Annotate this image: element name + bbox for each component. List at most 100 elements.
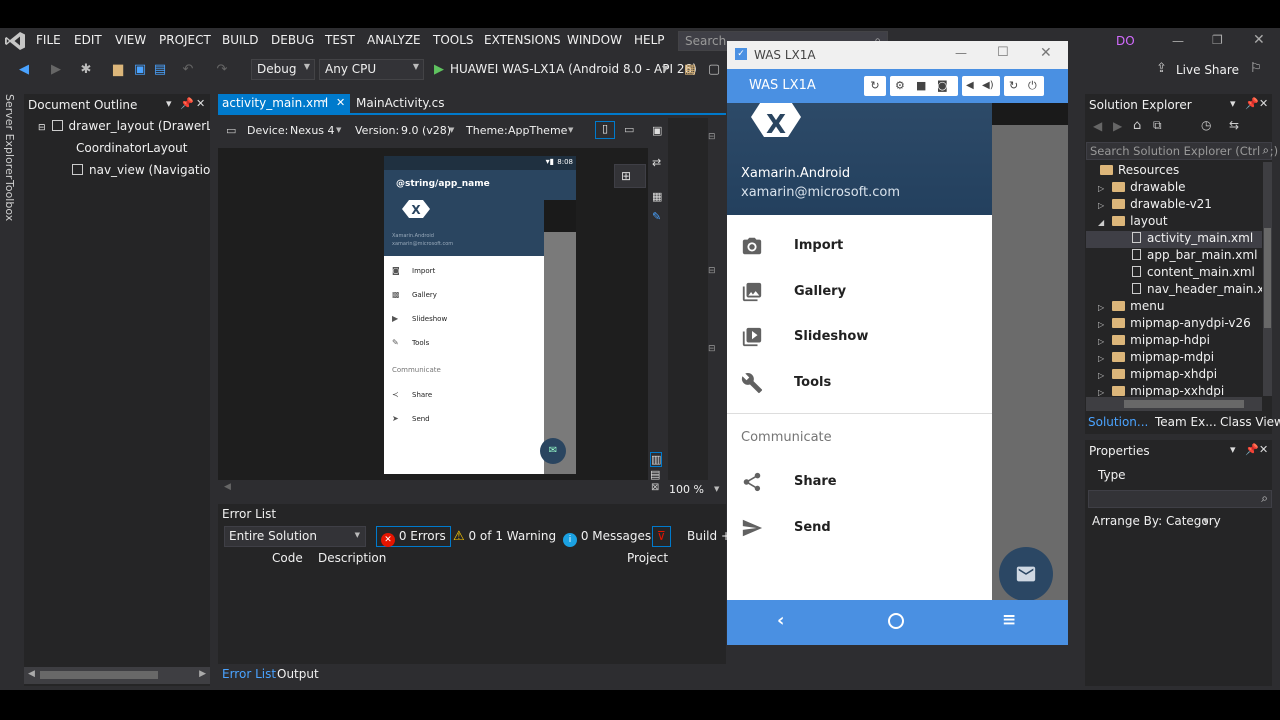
forward-icon[interactable]: ▶ (48, 62, 64, 78)
toolbar-extra-icon[interactable]: ▦ (682, 62, 698, 78)
tab-class-view[interactable]: Class View (1220, 415, 1280, 429)
user-avatar[interactable]: DO (1116, 34, 1135, 48)
nav-menu-icon[interactable]: ≡ (1002, 610, 1016, 630)
collapse-icon[interactable]: ⊟ (708, 344, 716, 354)
expand-icon[interactable]: ▷ (1098, 184, 1104, 193)
arrange-by-select[interactable]: Arrange By: Category (1092, 514, 1221, 528)
zoom-level[interactable]: 100 % (669, 483, 704, 496)
toolbox-tab[interactable]: Toolbox (3, 180, 16, 221)
outline-item-drawer-layout[interactable]: ⊟drawer_layout (DrawerLayout) (38, 119, 210, 139)
close-icon[interactable]: ✕ (1259, 443, 1268, 456)
landscape-icon[interactable]: ▭ (624, 123, 634, 136)
menu-edit[interactable]: EDIT (74, 33, 102, 47)
pin-icon[interactable]: ⊸ (319, 96, 327, 107)
rotate-icon[interactable]: ↻ (864, 76, 886, 96)
restart-icon[interactable]: ↻ (1009, 76, 1018, 96)
menu-help[interactable]: HELP (634, 33, 665, 47)
run-icon[interactable]: ▶ (431, 62, 447, 78)
messages-filter-button[interactable]: i 0 Messages (558, 526, 656, 547)
menu-debug[interactable]: DEBUG (271, 33, 314, 47)
column-code[interactable]: Code (272, 551, 303, 565)
platform-select[interactable]: Any CPU ▼ (319, 59, 424, 80)
solution-tree-item[interactable]: ▷ mipmap-xhdpi (1098, 367, 1217, 384)
live-share-button[interactable]: Live Share (1176, 63, 1239, 77)
run-target-button[interactable]: HUAWEI WAS-LX1A (Android 8.0 - API 26) (450, 62, 697, 76)
column-project[interactable]: Project (627, 551, 668, 565)
version-select[interactable]: 9.0 (v28) (401, 124, 451, 137)
video-icon[interactable]: ■ (916, 76, 926, 96)
expand-icon[interactable]: ▷ (1098, 337, 1104, 346)
error-scope-select[interactable]: Entire Solution ▼ (224, 526, 366, 547)
mail-fab-button[interactable] (999, 547, 1053, 601)
forward-icon[interactable]: ▶ (1113, 119, 1122, 133)
redo-icon[interactable]: ↷ (214, 62, 230, 78)
menu-test[interactable]: TEST (325, 33, 355, 47)
expand-icon[interactable]: ▷ (1098, 371, 1104, 380)
warnings-filter-button[interactable]: ⚠ 0 of 1 Warning (448, 526, 561, 547)
window-close-icon[interactable]: ✕ (1253, 32, 1265, 48)
errors-filter-button[interactable]: ✕ 0 Errors (376, 526, 451, 547)
dropdown-icon[interactable]: ▾ (1230, 443, 1236, 456)
solution-tree-item[interactable]: Resources (1100, 163, 1179, 180)
close-icon[interactable]: ✕ (336, 96, 345, 109)
emulator-window-titlebar[interactable]: ✓ WAS LX1A — ☐ ✕ (727, 41, 1068, 69)
edit-icon[interactable]: ✎ (652, 210, 661, 223)
server-explorer-tab[interactable]: Server Explorer (3, 94, 16, 179)
minimize-icon[interactable]: — (955, 46, 967, 60)
device-select[interactable]: Nexus 4 (290, 124, 335, 137)
menu-extensions[interactable]: EXTENSIONS (484, 33, 561, 47)
solution-search-input[interactable]: Search Solution Explorer (Ctrl+;) ⌕ (1086, 142, 1278, 160)
collapse-icon[interactable]: ⊟ (708, 132, 716, 142)
menu-view[interactable]: VIEW (115, 33, 146, 47)
chevron-down-icon[interactable]: ▼ (1203, 517, 1208, 525)
volume-down-icon[interactable]: ◀ (966, 76, 974, 96)
designer-phone-preview[interactable]: 8:08 ▾▮ @string/app_name X Xamarin.Andro… (384, 156, 576, 474)
pin-icon[interactable]: 📌 (180, 97, 194, 110)
swap-icon[interactable]: ⇄ (652, 156, 661, 169)
solution-tree-item[interactable]: activity_main.xml (1086, 231, 1262, 248)
tab-main-activity[interactable]: MainActivity.cs (354, 94, 446, 114)
nav-home-icon[interactable] (888, 613, 904, 629)
sync-icon[interactable]: ⇆ (1229, 118, 1239, 132)
collapse-icon[interactable]: ⊟ (708, 266, 716, 276)
menu-build[interactable]: BUILD (222, 33, 258, 47)
pin-icon[interactable]: 📌 (1245, 97, 1259, 110)
configuration-select[interactable]: Debug ▼ (251, 59, 315, 80)
zoom-control[interactable]: ⊠ 100 % ▼ (648, 480, 726, 498)
window-restore-icon[interactable]: ❐ (1212, 33, 1223, 47)
maximize-icon[interactable]: ☐ (997, 45, 1009, 60)
chevron-down-icon[interactable]: ▼ (714, 485, 719, 493)
power-icon[interactable]: ⏻ (1028, 76, 1037, 96)
design-view-icon[interactable]: ▥ (650, 452, 663, 467)
scrollbar-thumb[interactable] (1124, 400, 1244, 408)
chevron-down-icon[interactable]: ▼ (662, 64, 668, 73)
home-icon[interactable]: ⌂ (1133, 118, 1141, 133)
tab-error-list[interactable]: Error List (222, 667, 276, 681)
solution-tree-item[interactable]: ▷ mipmap-mdpi (1098, 350, 1214, 367)
close-icon[interactable]: ✕ (196, 97, 205, 110)
outline-horizontal-scrollbar[interactable]: ◀ ▶ (24, 667, 210, 684)
tab-solution[interactable]: Solution... (1088, 415, 1148, 429)
expand-icon[interactable]: ▷ (1098, 320, 1104, 329)
solution-tree-item[interactable]: ▷ mipmap-xxhdpi (1098, 384, 1224, 397)
designer-overlay-panel[interactable]: ⊞ (614, 164, 646, 188)
solution-tree-item[interactable]: ▷ drawable-v21 (1098, 197, 1212, 214)
solution-vertical-scrollbar[interactable] (1263, 162, 1272, 396)
fit-icon[interactable]: ⊠ (651, 482, 659, 493)
expand-icon[interactable]: ▷ (1098, 303, 1104, 312)
scroll-left-icon[interactable]: ◀ (224, 482, 231, 492)
expand-icon[interactable]: ▷ (1098, 354, 1104, 363)
open-folder-icon[interactable]: ▆ (110, 62, 126, 78)
nav-back-icon[interactable]: ‹ (777, 610, 784, 631)
undo-icon[interactable]: ↶ (180, 62, 196, 78)
solution-tree-item[interactable]: ▷ menu (1098, 299, 1164, 316)
tab-team-explorer[interactable]: Team Ex... (1155, 415, 1217, 429)
history-icon[interactable]: ◷ (1201, 118, 1211, 132)
dropdown-icon[interactable]: ▾ (166, 97, 172, 110)
menu-tools[interactable]: TOOLS (433, 33, 474, 47)
solution-tree-item[interactable]: ◢ layout (1098, 214, 1168, 231)
scrollbar-thumb[interactable] (1264, 228, 1271, 328)
menu-window[interactable]: WINDOW (567, 33, 622, 47)
close-icon[interactable]: ✕ (1040, 45, 1052, 61)
pin-icon[interactable]: 📌 (1245, 443, 1259, 456)
